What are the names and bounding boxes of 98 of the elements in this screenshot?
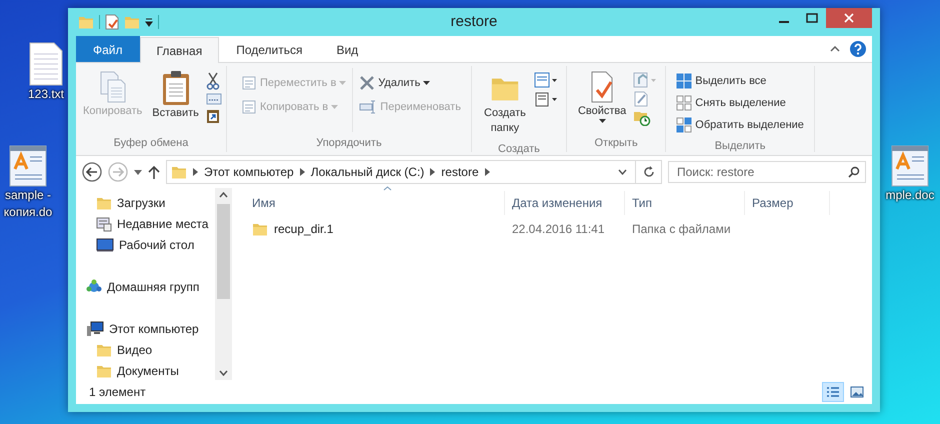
chevron-icon[interactable] bbox=[484, 168, 490, 176]
scroll-down-icon[interactable] bbox=[219, 370, 228, 376]
caret-icon bbox=[598, 119, 606, 123]
table-cell-text: 22.04.2016 11:41 bbox=[511, 222, 606, 236]
new-folder-icon bbox=[124, 15, 140, 29]
folder-icon bbox=[252, 222, 268, 236]
help-icon[interactable] bbox=[850, 41, 866, 57]
search-icon bbox=[848, 166, 860, 178]
close-button[interactable] bbox=[826, 8, 872, 28]
copy-path-icon[interactable] bbox=[206, 93, 222, 105]
properties-icon[interactable] bbox=[105, 14, 119, 30]
paste-button[interactable]: Вставить bbox=[149, 68, 202, 132]
invert-selection-icon bbox=[676, 116, 692, 132]
easy-access-icon[interactable] bbox=[534, 91, 558, 107]
breadcrumb[interactable]: restore bbox=[441, 165, 479, 179]
address-field[interactable]: Этот компьютер Локальный диск (C:) restore bbox=[166, 160, 662, 184]
new-folder-button[interactable]: Создать папку bbox=[480, 68, 530, 138]
nav-item[interactable]: Рабочий стол bbox=[76, 234, 194, 255]
ribbon-tab[interactable]: Поделиться bbox=[219, 37, 320, 62]
column-header[interactable]: Размер bbox=[745, 191, 830, 215]
column-header[interactable]: Имя bbox=[245, 191, 505, 215]
ribbon-group-label: Буфер обмена bbox=[112, 136, 190, 151]
text-file-icon[interactable] bbox=[29, 42, 63, 86]
recent-places-icon bbox=[96, 216, 112, 232]
history-icon[interactable] bbox=[633, 110, 652, 126]
paste-shortcut-icon[interactable] bbox=[206, 108, 220, 124]
breadcrumb[interactable]: Локальный диск (C:) bbox=[310, 165, 424, 179]
document-icon[interactable] bbox=[9, 145, 47, 187]
item-count: 1 элемент bbox=[89, 385, 146, 399]
scroll-up-icon[interactable] bbox=[219, 192, 228, 198]
delete-button[interactable]: Удалить bbox=[357, 72, 463, 93]
close-icon bbox=[844, 13, 854, 23]
chevron-icon[interactable] bbox=[300, 168, 305, 176]
search-field[interactable]: Поиск: restore bbox=[668, 161, 866, 183]
column-header[interactable]: Дата изменения bbox=[505, 191, 625, 215]
desktop-icon-label: mple.doc bbox=[886, 187, 934, 204]
clipboard-icon bbox=[160, 70, 191, 106]
chevron-icon[interactable] bbox=[193, 168, 198, 176]
file-name-cell[interactable]: recup_dir.1 bbox=[245, 222, 505, 236]
collapse-ribbon-icon[interactable] bbox=[830, 46, 840, 52]
column-header[interactable]: Тип bbox=[625, 191, 745, 215]
caret-icon bbox=[331, 104, 338, 108]
copy-to-icon bbox=[241, 98, 257, 114]
ribbon-group-label: Упорядочить bbox=[315, 136, 383, 151]
desktop-icon-label: sample - bbox=[4, 187, 51, 204]
nav-item[interactable]: Домашняя групп bbox=[76, 276, 200, 297]
ribbon-tab[interactable]: Файл bbox=[76, 36, 140, 62]
caret-icon bbox=[423, 80, 430, 84]
ribbon-group-label: Выделить bbox=[714, 139, 766, 154]
move-to-icon bbox=[241, 74, 257, 90]
nav-item[interactable]: Этот компьютер bbox=[76, 318, 199, 339]
ribbon-group-label: Создать bbox=[497, 142, 541, 157]
table-cell-text: Папка с файлами bbox=[631, 222, 732, 236]
folder-icon bbox=[78, 15, 94, 29]
chevron-down-icon bbox=[618, 169, 626, 175]
caret-icon bbox=[339, 80, 346, 84]
nav-item[interactable]: Видео bbox=[76, 339, 152, 360]
properties-button[interactable]: Свойства bbox=[574, 68, 630, 132]
select-all-icon bbox=[676, 72, 692, 88]
nav-item[interactable]: Документы bbox=[76, 360, 179, 380]
minimize-icon bbox=[779, 21, 789, 23]
new-item-icon[interactable] bbox=[534, 72, 558, 88]
up-arrow-icon[interactable] bbox=[148, 165, 160, 179]
ribbon-group-label: Открыть bbox=[594, 136, 639, 151]
breadcrumb[interactable]: Этот компьютер bbox=[204, 165, 294, 179]
desktop-icon-label: копия.do bbox=[4, 204, 52, 221]
customize-dropdown-icon[interactable] bbox=[145, 17, 153, 27]
ribbon-tab[interactable]: Вид bbox=[319, 37, 376, 62]
large-icons-view-icon bbox=[850, 386, 864, 398]
scissors-icon[interactable] bbox=[206, 72, 220, 90]
ribbon-tab[interactable]: Главная bbox=[140, 37, 220, 63]
selection-button[interactable]: Обратить выделение bbox=[674, 114, 806, 135]
chevron-icon[interactable] bbox=[430, 168, 436, 176]
desktop-icon bbox=[96, 238, 114, 252]
cross-icon bbox=[359, 74, 376, 90]
details-view-icon bbox=[826, 386, 840, 398]
back-button[interactable] bbox=[82, 162, 102, 182]
window-title: restore bbox=[450, 13, 498, 30]
network-globe-icon bbox=[86, 278, 102, 294]
recent-dropdown-icon[interactable] bbox=[134, 170, 142, 174]
nav-item[interactable]: Загрузки bbox=[76, 192, 166, 213]
scroll-thumb[interactable] bbox=[217, 204, 230, 298]
sort-up-icon bbox=[383, 186, 392, 191]
copy-icon bbox=[98, 70, 128, 104]
nav-item[interactable]: Недавние места bbox=[76, 213, 208, 234]
computer-icon bbox=[86, 320, 104, 336]
details-view-button[interactable] bbox=[822, 382, 844, 402]
scrollbar[interactable] bbox=[215, 188, 232, 380]
selection-button[interactable]: Снять выделение bbox=[674, 92, 806, 113]
select-none-icon bbox=[676, 94, 692, 110]
file-name: recup_dir.1 bbox=[274, 222, 334, 236]
selection-button[interactable]: Выделить все bbox=[674, 70, 806, 91]
document-icon[interactable] bbox=[891, 145, 929, 187]
desktop-icon-label: 123.txt bbox=[28, 86, 64, 103]
maximize-icon bbox=[806, 13, 818, 23]
edit-icon[interactable] bbox=[633, 91, 650, 107]
rename-icon bbox=[359, 100, 378, 114]
refresh-icon bbox=[642, 166, 654, 178]
